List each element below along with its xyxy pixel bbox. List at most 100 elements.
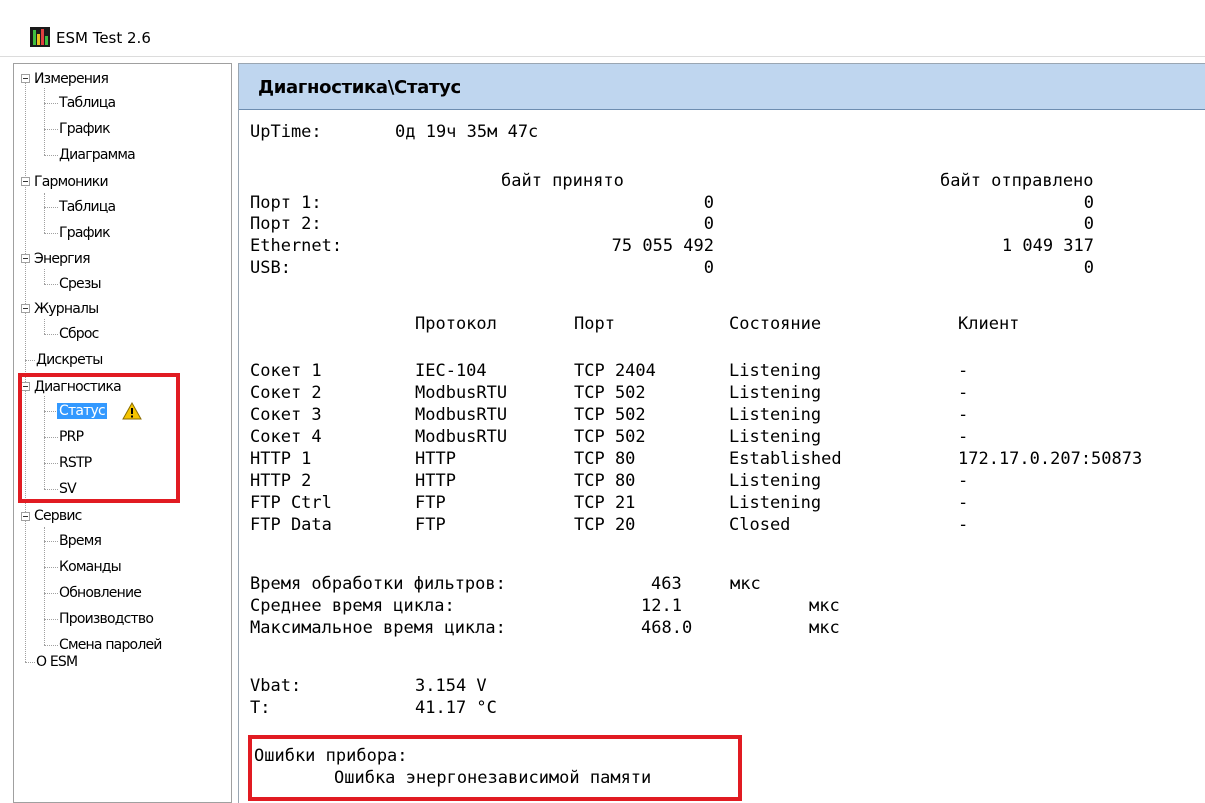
tree-item-label: Дискреты <box>36 352 103 368</box>
socket-client: - <box>958 361 969 381</box>
tree-item-label: Производство <box>59 611 154 627</box>
timing-label: Время обработки фильтров: <box>250 574 506 594</box>
tree-item-energiya[interactable]: Энергия <box>34 248 91 270</box>
tree-connector <box>44 193 45 233</box>
tree-connector <box>44 284 58 285</box>
socket-port: TCP 2404 <box>574 361 656 381</box>
tree-item-obnovlenie[interactable]: Обновление <box>59 582 142 604</box>
tree-connector <box>44 155 58 156</box>
tree-item-vremya[interactable]: Время <box>59 530 102 552</box>
tree-item-label: Срезы <box>59 276 102 292</box>
tree-connector <box>44 269 45 284</box>
tree-item-prp[interactable]: PRP <box>59 426 84 448</box>
tree-item-diskrety[interactable]: Дискреты <box>36 349 103 371</box>
socket-client: - <box>958 493 969 513</box>
tree-item-garmoniki[interactable]: Гармоники <box>34 171 109 193</box>
traffic-row-name: Порт 2: <box>250 214 322 234</box>
tree-item-label: Сервис <box>34 508 82 524</box>
socket-name: Сокет 3 <box>250 405 322 425</box>
sensor-value: 3.154 V <box>415 676 487 696</box>
tree-item-label: Команды <box>59 559 122 575</box>
socket-port: TCP 502 <box>574 405 646 425</box>
tree-item-zhurnaly[interactable]: Журналы <box>34 298 99 320</box>
sensor-value: 41.17 °C <box>415 698 497 718</box>
tree-item-label: RSTP <box>59 455 92 471</box>
traffic-row-sent: 0 <box>1083 258 1094 278</box>
timing-value: 12.1 <box>641 596 682 616</box>
tree-item-diagramma[interactable]: Диаграмма <box>59 144 136 166</box>
tree-item-sv[interactable]: SV <box>59 478 77 500</box>
tree-item-label: Журналы <box>34 301 99 317</box>
tree-item-proizvodstvo[interactable]: Производство <box>59 608 154 630</box>
tree-item-label: O ESM <box>36 654 78 670</box>
tree-item-diagnostika[interactable]: Диагностика <box>34 376 122 398</box>
socket-state: Listening <box>729 427 822 447</box>
traffic-row-sent: 0 <box>1083 193 1094 213</box>
tree-connector <box>25 83 26 662</box>
tree-connector <box>44 103 58 104</box>
socket-state: Established <box>729 449 842 469</box>
tree-connector <box>44 334 58 335</box>
tree-item-label: Обновление <box>59 585 142 601</box>
tree-connector <box>44 207 58 208</box>
socket-state: Listening <box>729 471 822 491</box>
socket-protocol: ModbusRTU <box>415 427 508 447</box>
panel-header: Диагностика\Статус <box>239 64 1205 110</box>
app-logo-icon <box>30 27 50 47</box>
page-title: Диагностика\Статус <box>258 77 461 98</box>
collapse-minus-icon[interactable] <box>21 254 30 263</box>
title-bar: ESM Test 2.6 <box>0 0 1205 57</box>
tree-item-grafik-2[interactable]: График <box>59 222 111 244</box>
socket-state: Listening <box>729 361 822 381</box>
tree-connector <box>44 233 58 234</box>
collapse-minus-icon[interactable] <box>21 74 30 83</box>
socket-name: HTTP 2 <box>250 471 312 491</box>
tree-item-label: Измерения <box>34 71 109 87</box>
tree-item-grafik[interactable]: График <box>59 118 111 140</box>
tree-connector <box>44 541 58 542</box>
tree-item-label: Таблица <box>59 95 116 111</box>
tree-item-tablica-2[interactable]: Таблица <box>59 196 116 218</box>
socket-port: TCP 80 <box>574 449 636 469</box>
tree-item-label: График <box>59 225 111 241</box>
collapse-minus-icon[interactable] <box>21 304 30 313</box>
uptime-value: 0д 19ч 35м 47с <box>395 122 539 142</box>
tree-connector <box>44 645 58 646</box>
tree-item-tablica[interactable]: Таблица <box>59 92 116 114</box>
traffic-row-received: 0 <box>703 214 714 234</box>
socket-state: Closed <box>729 515 791 535</box>
tree-connector <box>44 593 58 594</box>
collapse-minus-icon[interactable] <box>21 177 30 186</box>
sockets-header-port: Порт <box>574 314 615 334</box>
tree-item-servis[interactable]: Сервис <box>34 505 82 527</box>
device-errors-label: Ошибки прибора: <box>254 746 408 766</box>
tree-item-sbros[interactable]: Сброс <box>59 323 99 345</box>
sockets-header-state: Состояние <box>729 314 822 334</box>
socket-protocol: HTTP <box>415 471 456 491</box>
socket-port: TCP 502 <box>574 427 646 447</box>
tree-item-izmereniya[interactable]: Измерения <box>34 68 109 90</box>
tree-item-status[interactable]: Статус <box>57 400 107 422</box>
traffic-row-received: 0 <box>703 258 714 278</box>
collapse-minus-icon[interactable] <box>21 382 30 391</box>
navigation-tree[interactable]: Измерения Таблица График Диаграмма Гармо… <box>13 63 232 803</box>
socket-client: 172.17.0.207:50873 <box>958 449 1143 469</box>
tree-item-label: Диагностика <box>34 379 122 395</box>
uptime-label: UpTime: <box>250 122 322 142</box>
socket-port: TCP 80 <box>574 471 636 491</box>
tree-item-o-esm[interactable]: O ESM <box>36 651 78 673</box>
socket-protocol: HTTP <box>415 449 456 469</box>
tree-item-label: SV <box>59 481 77 497</box>
tree-item-rstp[interactable]: RSTP <box>59 452 92 474</box>
socket-port: TCP 502 <box>574 383 646 403</box>
sensor-label: T: <box>250 698 271 718</box>
traffic-header-received: байт принято <box>501 171 624 191</box>
socket-protocol: ModbusRTU <box>415 405 508 425</box>
tree-item-srezy[interactable]: Срезы <box>59 273 102 295</box>
traffic-row-sent: 0 <box>1083 214 1094 234</box>
collapse-minus-icon[interactable] <box>21 512 30 521</box>
tree-item-komandy[interactable]: Команды <box>59 556 122 578</box>
socket-name: Сокет 4 <box>250 427 322 447</box>
socket-client: - <box>958 427 969 447</box>
socket-name: HTTP 1 <box>250 449 312 469</box>
